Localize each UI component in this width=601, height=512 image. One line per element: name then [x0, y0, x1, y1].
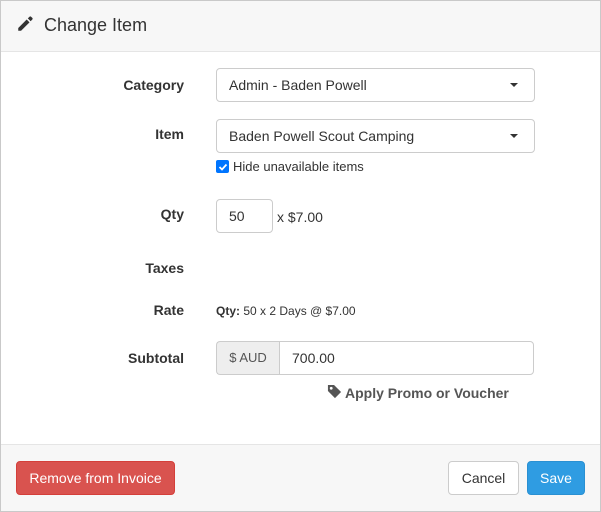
subtotal-input-group: $ AUD 700.00 [216, 341, 534, 375]
rate-text: 50 x 2 Days @ $7.00 [243, 304, 356, 318]
rate-prefix: Qty: [216, 304, 240, 318]
dialog-footer: Remove from Invoice Cancel Save [1, 444, 600, 511]
hide-unavailable-label: Hide unavailable items [233, 159, 364, 174]
category-label: Category [123, 77, 184, 93]
subtotal-input[interactable]: 700.00 [279, 341, 534, 375]
rate-label: Rate [153, 302, 184, 318]
item-value: Baden Powell Scout Camping [229, 128, 415, 144]
dialog-header: Change Item [1, 1, 600, 52]
unit-price: x $7.00 [277, 209, 323, 225]
currency-addon: $ AUD [216, 341, 279, 375]
change-item-dialog: Change Item Category Admin - Baden Powel… [0, 0, 601, 512]
pencil-icon [16, 14, 44, 38]
rate-value: Qty: 50 x 2 Days @ $7.00 [216, 304, 356, 318]
remove-from-invoice-button[interactable]: Remove from Invoice [16, 461, 175, 495]
subtotal-label: Subtotal [128, 350, 184, 366]
category-select[interactable]: Admin - Baden Powell [216, 68, 535, 102]
category-value: Admin - Baden Powell [229, 77, 367, 93]
qty-input[interactable]: 50 [216, 199, 273, 233]
check-icon [218, 163, 227, 171]
chevron-down-icon [510, 134, 518, 138]
hide-unavailable-checkbox[interactable] [216, 160, 229, 173]
item-select[interactable]: Baden Powell Scout Camping [216, 119, 535, 153]
hide-unavailable-checkbox-row[interactable]: Hide unavailable items [216, 159, 364, 174]
cancel-button[interactable]: Cancel [448, 461, 519, 495]
apply-promo-link[interactable]: Apply Promo or Voucher [327, 384, 509, 402]
taxes-label: Taxes [145, 260, 184, 276]
tag-icon [327, 384, 345, 402]
item-label: Item [155, 126, 184, 142]
chevron-down-icon [510, 83, 518, 87]
apply-promo-label: Apply Promo or Voucher [345, 385, 509, 401]
save-button[interactable]: Save [527, 461, 585, 495]
dialog-title: Change Item [44, 14, 148, 35]
qty-label: Qty [160, 206, 184, 222]
